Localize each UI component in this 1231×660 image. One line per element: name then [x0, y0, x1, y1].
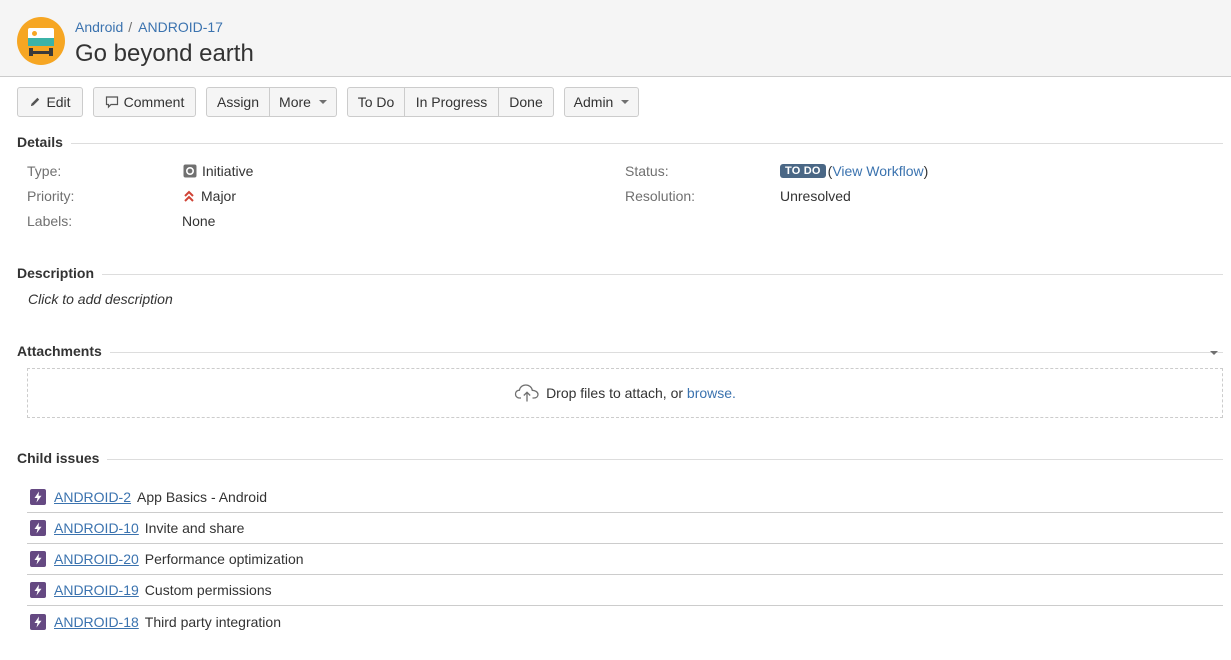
done-button-label: Done: [509, 94, 543, 110]
child-issue-summary[interactable]: Third party integration: [145, 614, 281, 630]
description-placeholder[interactable]: Click to add description: [28, 291, 173, 307]
breadcrumb-separator: /: [128, 19, 133, 35]
status-close-paren: ): [923, 163, 929, 179]
in-progress-transition-button[interactable]: In Progress: [405, 87, 499, 117]
issue-header: Android / ANDROID-17 Go beyond earth: [0, 0, 1231, 77]
epic-icon: [30, 613, 46, 630]
more-button[interactable]: More: [270, 87, 337, 117]
child-issues-list: ANDROID-2 App Basics - Android ANDROID-1…: [27, 482, 1223, 637]
type-value[interactable]: Initiative: [183, 163, 253, 179]
labels-value[interactable]: None: [182, 213, 215, 229]
list-item[interactable]: ANDROID-2 App Basics - Android: [27, 482, 1223, 513]
view-workflow-link[interactable]: View Workflow: [832, 163, 923, 179]
attachments-options-chevron-icon[interactable]: [1210, 351, 1218, 355]
comment-icon: [105, 95, 119, 109]
details-section-header[interactable]: Details: [17, 134, 1223, 152]
breadcrumb: Android / ANDROID-17: [75, 19, 223, 35]
labels-label: Labels:: [27, 213, 73, 229]
attachments-section-header[interactable]: Attachments: [17, 343, 1223, 361]
page-title[interactable]: Go beyond earth: [75, 40, 254, 68]
epic-icon: [30, 551, 46, 567]
status-badge: TO DO: [780, 164, 826, 178]
browse-link[interactable]: browse.: [687, 385, 736, 401]
breadcrumb-project-link[interactable]: Android: [75, 19, 123, 35]
project-avatar-icon[interactable]: [17, 17, 65, 65]
priority-label: Priority:: [27, 188, 75, 204]
child-issue-summary[interactable]: App Basics - Android: [137, 489, 267, 505]
assign-button[interactable]: Assign: [206, 87, 270, 117]
initiative-icon: [183, 164, 197, 178]
cloud-upload-icon: [514, 383, 540, 403]
avatar-bar: [29, 51, 53, 54]
child-issues-heading: Child issues: [17, 450, 108, 466]
done-transition-button[interactable]: Done: [499, 87, 554, 117]
chevron-down-icon: [621, 100, 630, 104]
child-issue-summary[interactable]: Performance optimization: [145, 551, 304, 567]
divider: [17, 274, 1223, 275]
breadcrumb-issue-key-link[interactable]: ANDROID-17: [138, 19, 223, 35]
in-progress-button-label: In Progress: [415, 94, 488, 110]
epic-icon: [30, 582, 46, 598]
divider: [17, 459, 1223, 460]
list-item[interactable]: ANDROID-18 Third party integration: [27, 606, 1223, 637]
divider: [17, 143, 1223, 144]
avatar-hill: [28, 38, 54, 46]
priority-major-icon: [183, 189, 195, 203]
resolution-label: Resolution:: [625, 188, 696, 204]
child-issue-summary[interactable]: Invite and share: [145, 520, 245, 536]
more-button-label: More: [279, 94, 311, 110]
details-heading: Details: [17, 134, 71, 150]
child-issue-key-link[interactable]: ANDROID-19: [54, 582, 139, 598]
edit-button-label: Edit: [46, 94, 71, 110]
epic-icon: [30, 520, 46, 536]
resolution-value: Unresolved: [780, 188, 851, 204]
pencil-icon: [29, 96, 41, 108]
todo-transition-button[interactable]: To Do: [347, 87, 405, 117]
description-heading: Description: [17, 265, 103, 281]
assign-button-label: Assign: [216, 94, 260, 110]
child-issue-key-link[interactable]: ANDROID-20: [54, 551, 139, 567]
description-section-header[interactable]: Description: [17, 265, 1223, 283]
attachment-dropzone[interactable]: Drop files to attach, or browse.: [27, 368, 1223, 418]
edit-button[interactable]: Edit: [17, 87, 83, 117]
avatar-sun: [32, 31, 37, 36]
status-label: Status:: [625, 163, 669, 179]
todo-button-label: To Do: [357, 94, 395, 110]
list-item[interactable]: ANDROID-20 Performance optimization: [27, 544, 1223, 575]
divider: [17, 352, 1223, 353]
child-issue-key-link[interactable]: ANDROID-2: [54, 489, 131, 505]
epic-icon: [30, 489, 46, 505]
priority-value-text: Major: [201, 188, 237, 204]
dropzone-text: Drop files to attach, or: [546, 385, 684, 401]
child-issue-summary[interactable]: Custom permissions: [145, 582, 272, 598]
child-issue-key-link[interactable]: ANDROID-10: [54, 520, 139, 536]
admin-button-label: Admin: [573, 94, 614, 110]
comment-button-label: Comment: [123, 94, 185, 110]
attachments-heading: Attachments: [17, 343, 110, 359]
list-item[interactable]: ANDROID-10 Invite and share: [27, 513, 1223, 544]
chevron-down-icon: [318, 100, 327, 104]
type-label: Type:: [27, 163, 62, 179]
comment-button[interactable]: Comment: [93, 87, 196, 117]
child-issue-key-link[interactable]: ANDROID-18: [54, 614, 139, 630]
list-item[interactable]: ANDROID-19 Custom permissions: [27, 575, 1223, 606]
type-value-text: Initiative: [202, 163, 254, 179]
child-issues-section-header[interactable]: Child issues: [17, 450, 1223, 468]
priority-value[interactable]: Major: [183, 188, 236, 204]
status-value: TO DO (View Workflow): [780, 163, 928, 179]
admin-button[interactable]: Admin: [564, 87, 639, 117]
